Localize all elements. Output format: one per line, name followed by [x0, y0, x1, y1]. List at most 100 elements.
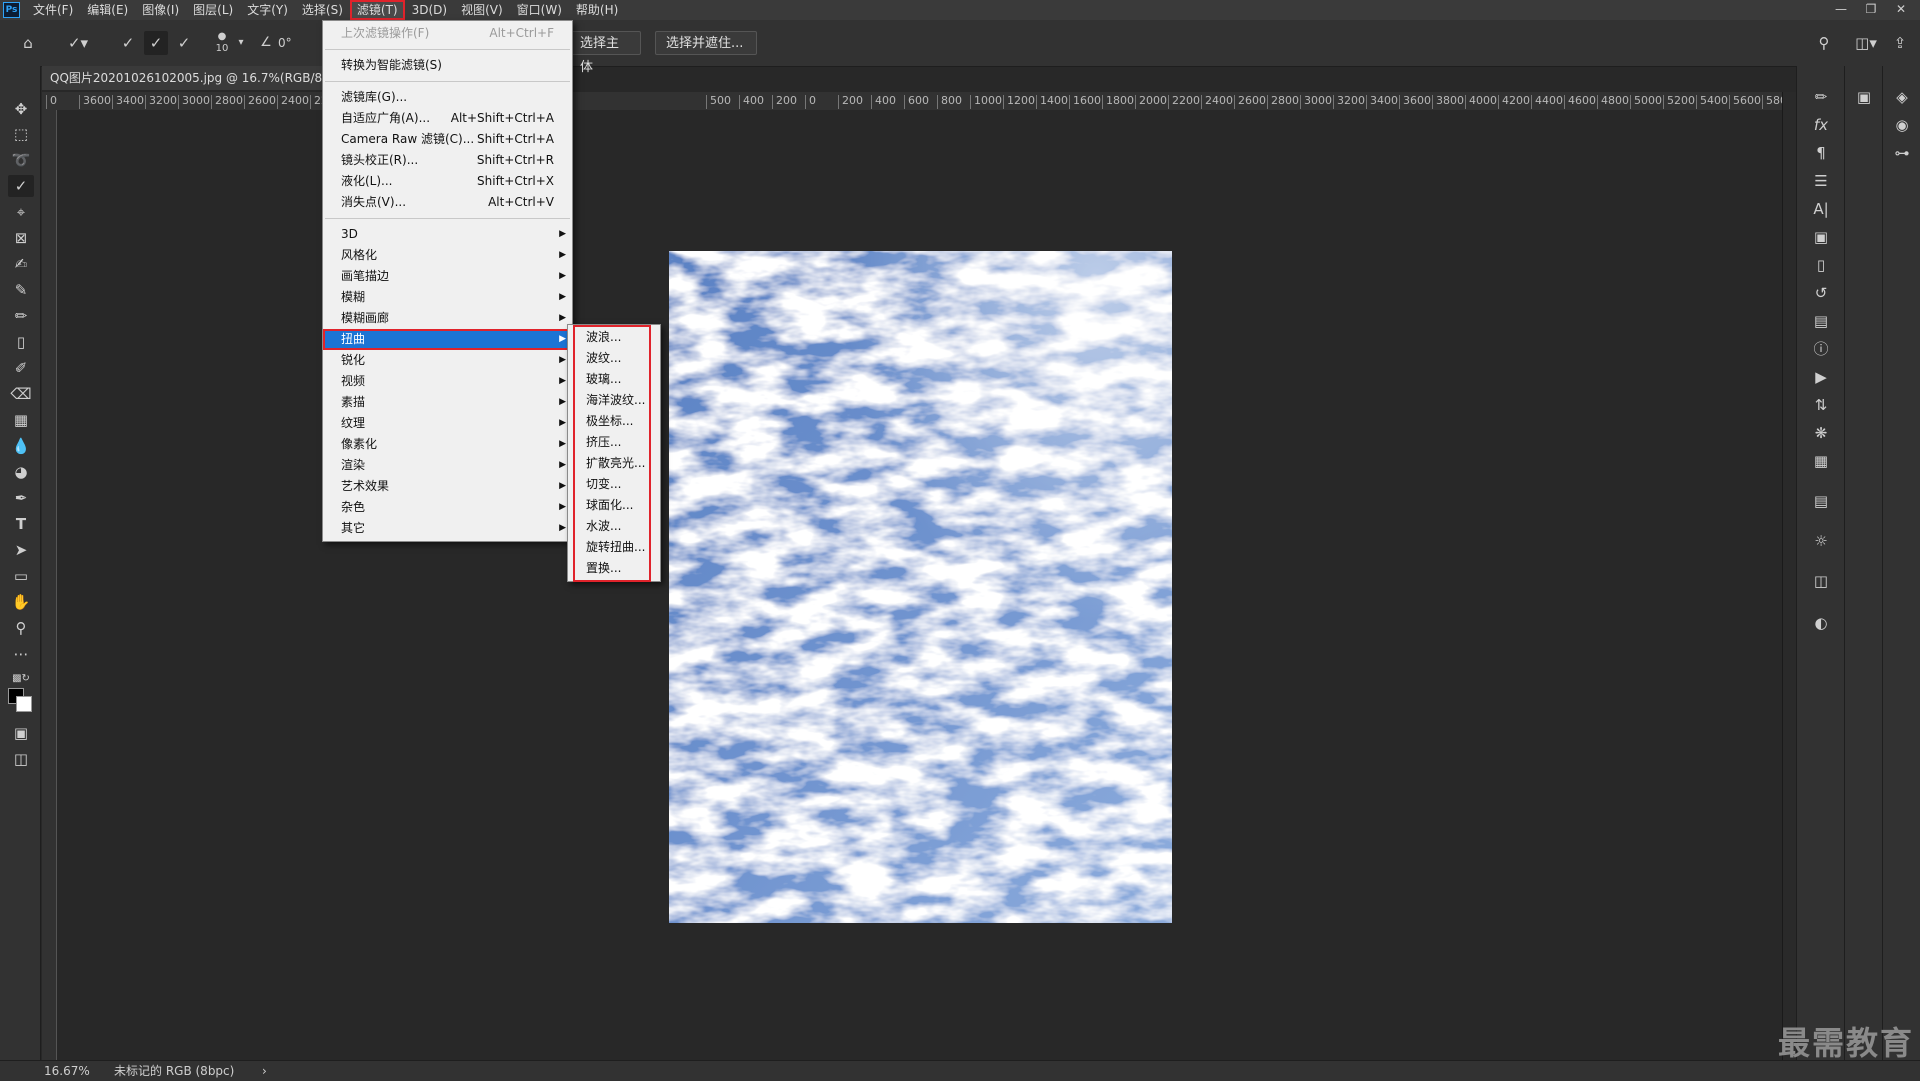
distort-submenu-item[interactable]: 波浪... [568, 327, 660, 348]
paragraph-panel-icon[interactable]: ¶ [1809, 142, 1833, 164]
brush-size-picker[interactable]: ● 10 [212, 31, 232, 55]
properties-panel-icon[interactable]: ☰ [1809, 170, 1833, 192]
filter-menu-item[interactable]: 转换为智能滤镜(S) [323, 55, 572, 76]
menu-4[interactable]: 文字(Y) [240, 0, 295, 20]
timeline-panel-icon[interactable]: ⇅ [1809, 394, 1833, 416]
brushes-panel-icon[interactable]: ✏ [1809, 86, 1833, 108]
tool-preset-picker-icon[interactable]: ✓▾ [58, 31, 98, 55]
menu-10[interactable]: 帮助(H) [569, 0, 625, 20]
adjustments-panel-icon[interactable]: ◐ [1809, 612, 1833, 634]
search-icon[interactable]: ⚲ [1812, 31, 1836, 55]
close-icon[interactable]: ✕ [1886, 0, 1916, 20]
filter-menu-item[interactable]: 滤镜库(G)... [323, 87, 572, 108]
type-tool-icon[interactable]: T [8, 513, 34, 535]
paths-panel-icon[interactable]: ⊶ [1890, 142, 1914, 164]
pen-tool-icon[interactable]: ✒ [8, 487, 34, 509]
rectangle-tool-icon[interactable]: ▭ [8, 565, 34, 587]
layer-comps-panel-icon[interactable]: ▤ [1809, 310, 1833, 332]
filter-menu-item[interactable]: 像素化 ▶ [323, 434, 572, 455]
filter-menu-item[interactable]: 模糊画廊 ▶ [323, 308, 572, 329]
menu-9[interactable]: 窗口(W) [510, 0, 569, 20]
angle-input[interactable]: 0° [278, 31, 318, 55]
default-colors-icon[interactable]: ▩↻ [8, 668, 34, 690]
distort-submenu-item[interactable]: 置换... [568, 558, 660, 579]
share-icon[interactable]: ⇪ [1888, 31, 1912, 55]
subtract-selection-brush-icon[interactable]: ✓ [172, 31, 196, 55]
filter-menu-item[interactable]: Camera Raw 滤镜(C)... Shift+Ctrl+A [323, 129, 572, 150]
crop-tool-icon[interactable]: ⌖ [8, 201, 34, 223]
brush-tool-icon[interactable]: ✏ [8, 305, 34, 327]
select-and-mask-button[interactable]: 选择并遮住... [655, 31, 757, 55]
3d-panel-icon[interactable]: ❋ [1809, 422, 1833, 444]
hand-tool-icon[interactable]: ✋ [8, 591, 34, 613]
distort-submenu-item[interactable]: 海洋波纹... [568, 390, 660, 411]
more-tools-icon[interactable]: ⋯ [8, 643, 34, 665]
libraries-panel-icon[interactable]: ◫ [1809, 570, 1833, 592]
character-panel-icon[interactable]: A| [1809, 198, 1833, 220]
clone-stamp-tool-icon[interactable]: ▯ [8, 331, 34, 353]
distort-submenu-item[interactable]: 水波... [568, 516, 660, 537]
zoom-level[interactable]: 16.67% [44, 1061, 90, 1081]
filter-menu-item[interactable]: 素描 ▶ [323, 392, 572, 413]
filter-menu-item[interactable]: 3D ▶ [323, 224, 572, 245]
home-icon[interactable]: ⌂ [14, 31, 42, 55]
distort-submenu-item[interactable]: 挤压... [568, 432, 660, 453]
styles-panel-icon[interactable]: fx [1809, 114, 1833, 136]
healing-brush-tool-icon[interactable]: ✎ [8, 279, 34, 301]
screen-mode-icon[interactable]: ◫ [8, 748, 34, 770]
filter-menu-item[interactable]: 锐化 ▶ [323, 350, 572, 371]
filter-menu-item[interactable]: 扭曲 ▶ [323, 329, 572, 350]
distort-submenu-item[interactable]: 极坐标... [568, 411, 660, 432]
frame-tool-icon[interactable]: ⊠ [8, 227, 34, 249]
layers-panel-icon[interactable]: ◈ [1890, 86, 1914, 108]
select-subject-button[interactable]: 选择主体 [569, 31, 641, 75]
distort-submenu-item[interactable]: 切变... [568, 474, 660, 495]
info-panel-icon[interactable]: ⓘ [1809, 338, 1833, 360]
filter-menu-item[interactable]: 画笔描边 ▶ [323, 266, 572, 287]
move-tool-icon[interactable]: ✥ [8, 98, 34, 120]
new-selection-brush-icon[interactable]: ✓ [116, 31, 140, 55]
tables-panel-icon[interactable]: ▦ [1809, 450, 1833, 472]
filter-menu-item[interactable]: 其它 ▶ [323, 518, 572, 539]
filter-menu-item[interactable]: 风格化 ▶ [323, 245, 572, 266]
distort-submenu-item[interactable]: 玻璃... [568, 369, 660, 390]
lasso-tool-icon[interactable]: ➰ [8, 149, 34, 171]
blur-tool-icon[interactable]: 💧 [8, 435, 34, 457]
clone-source-panel-icon[interactable]: ▯ [1809, 254, 1833, 276]
menu-6[interactable]: 滤镜(T) [349, 0, 405, 20]
eraser-tool-icon[interactable]: ⌫ [8, 383, 34, 405]
quick-mask-icon[interactable]: ▣ [8, 722, 34, 744]
filter-menu-item[interactable]: 模糊 ▶ [323, 287, 572, 308]
menu-3[interactable]: 图层(L) [186, 0, 240, 20]
background-color-swatch[interactable] [16, 696, 32, 712]
zoom-tool-icon[interactable]: ⚲ [8, 617, 34, 639]
menu-1[interactable]: 编辑(E) [80, 0, 135, 20]
restore-icon[interactable]: ❐ [1856, 0, 1886, 20]
filter-menu-item[interactable]: 消失点(V)... Alt+Ctrl+V [323, 192, 572, 213]
distort-submenu-item[interactable]: 旋转扭曲... [568, 537, 660, 558]
color-panel-icon[interactable]: ▣ [1852, 86, 1876, 108]
menu-0[interactable]: 文件(F) [26, 0, 80, 20]
add-to-selection-brush-icon[interactable]: ✓ [144, 31, 168, 55]
filter-menu-item[interactable]: 自适应广角(A)... Alt+Shift+Ctrl+A [323, 108, 572, 129]
photoshop-logo-icon[interactable]: Ps [3, 2, 20, 18]
eyedropper-tool-icon[interactable]: ✍ [8, 253, 34, 275]
filter-menu-item[interactable]: 镜头校正(R)... Shift+Ctrl+R [323, 150, 572, 171]
status-info-arrow-icon[interactable]: › [262, 1061, 267, 1081]
filter-menu-item[interactable]: 杂色 ▶ [323, 497, 572, 518]
navigator-panel-icon[interactable]: ☼ [1809, 530, 1833, 552]
notes-panel-icon[interactable]: ▤ [1809, 490, 1833, 512]
distort-submenu-item[interactable]: 扩散亮光... [568, 453, 660, 474]
brush-options-chevron-icon[interactable]: ▾ [234, 31, 248, 55]
glyphs-panel-icon[interactable]: ▣ [1809, 226, 1833, 248]
filter-menu-item[interactable]: 液化(L)... Shift+Ctrl+X [323, 171, 572, 192]
menu-7[interactable]: 3D(D) [405, 0, 454, 20]
menu-8[interactable]: 视图(V) [454, 0, 510, 20]
dodge-tool-icon[interactable]: ◕ [8, 461, 34, 483]
workspace-switcher-icon[interactable]: ◫▾ [1848, 31, 1884, 55]
marquee-tool-icon[interactable]: ⬚ [8, 123, 34, 145]
minimize-icon[interactable]: — [1826, 0, 1856, 20]
history-brush-tool-icon[interactable]: ✐ [8, 357, 34, 379]
vertical-scrollbar[interactable] [1782, 92, 1797, 1060]
path-selection-tool-icon[interactable]: ➤ [8, 539, 34, 561]
